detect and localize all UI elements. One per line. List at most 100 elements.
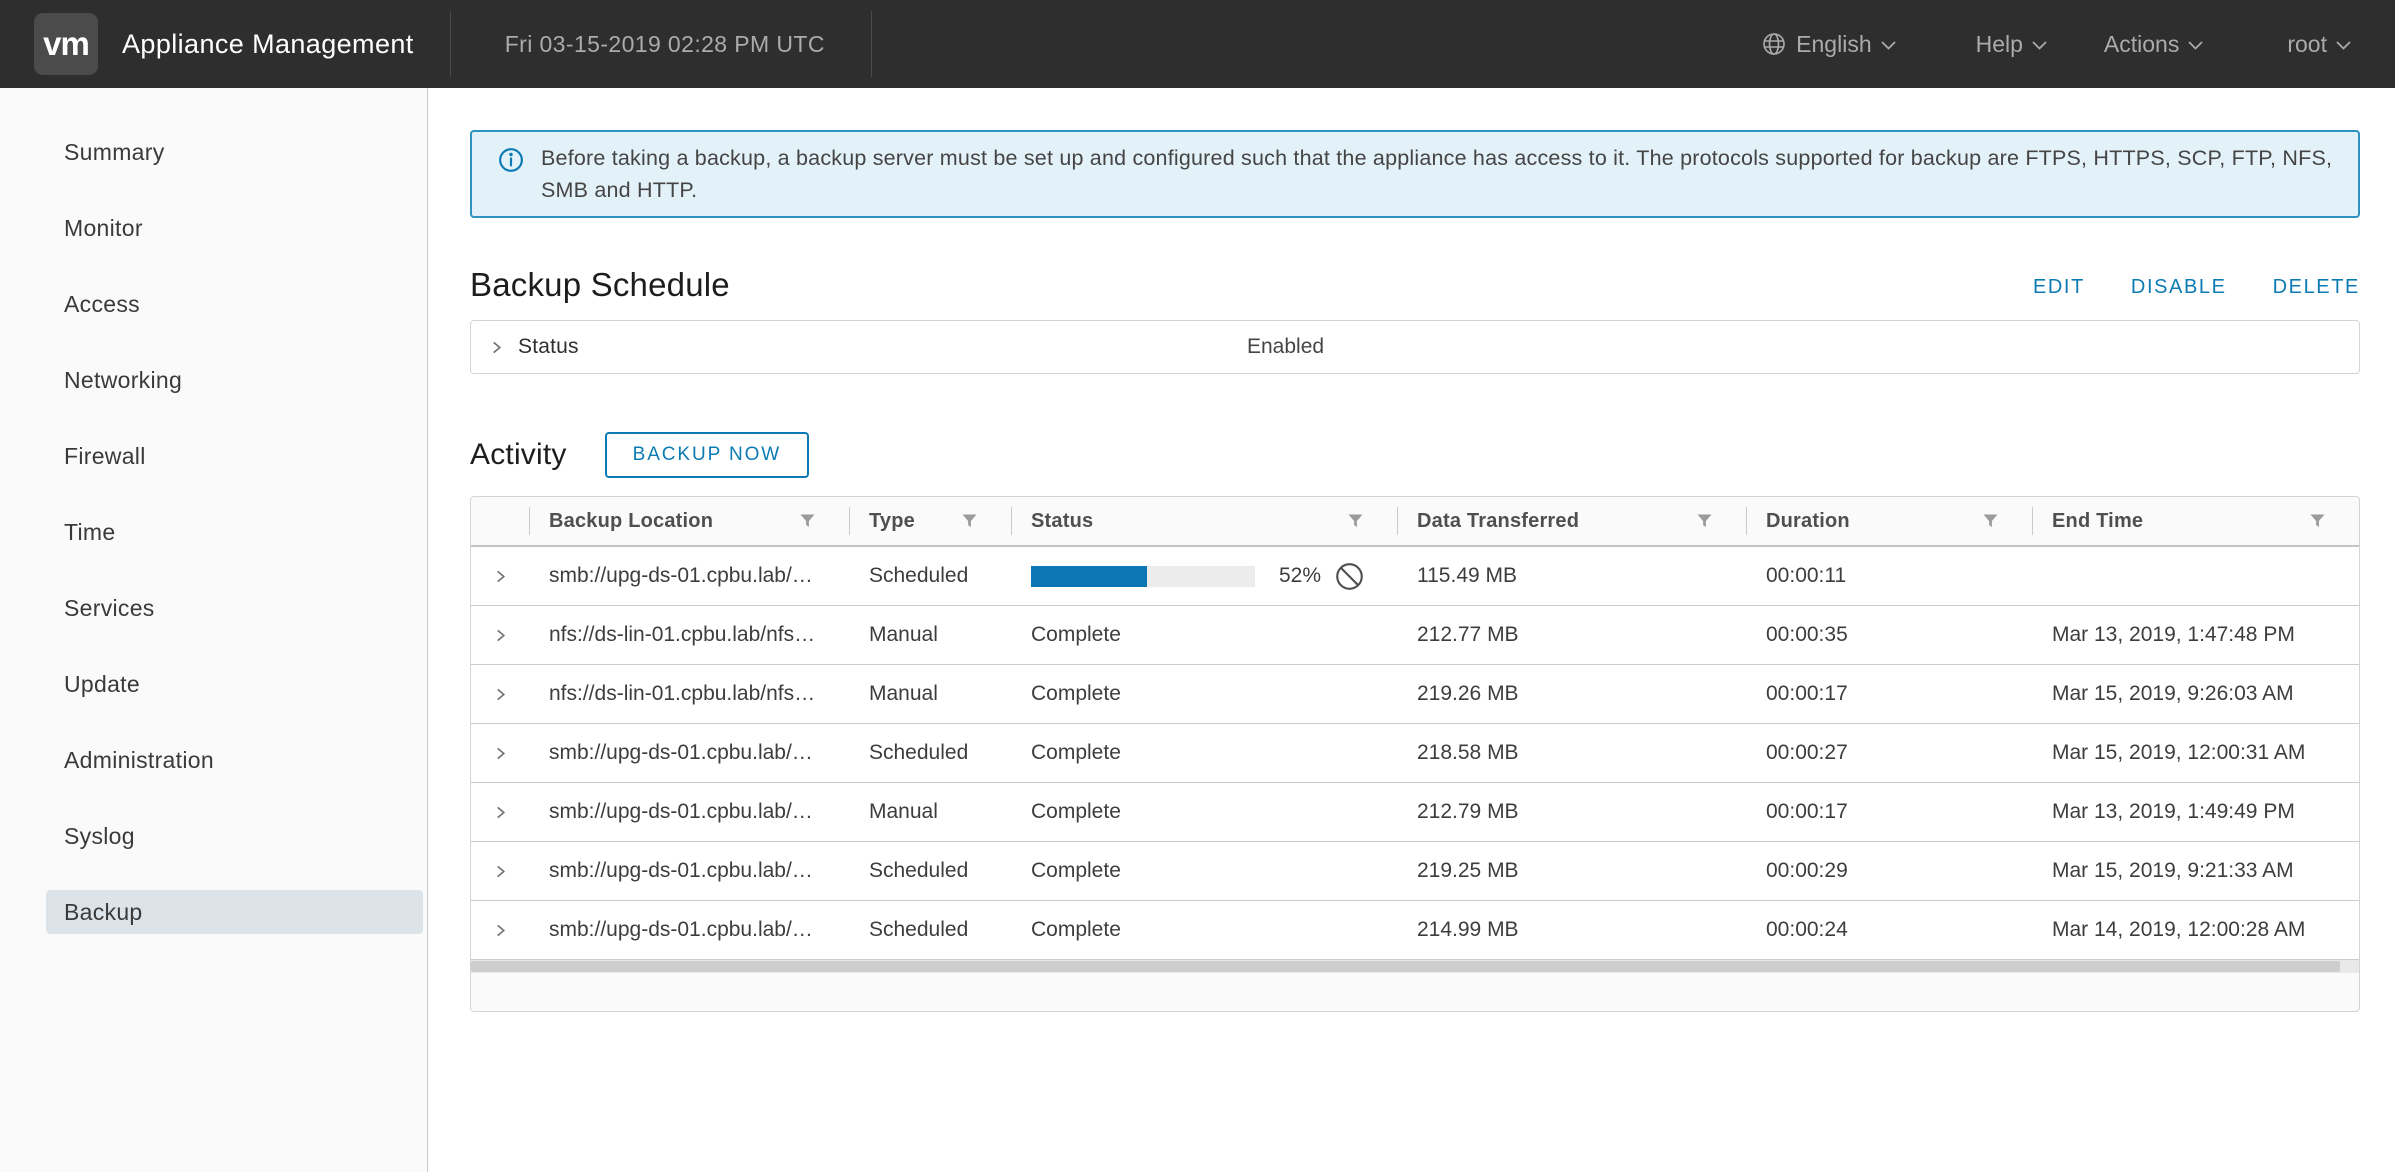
cell-duration: 00:00:17 bbox=[1766, 682, 1848, 705]
cell-duration: 00:00:35 bbox=[1766, 623, 1848, 646]
sidebar-item-access[interactable]: Access bbox=[46, 282, 423, 326]
cell-type: Manual bbox=[869, 682, 938, 705]
cell-end-time: Mar 14, 2019, 12:00:28 AM bbox=[2052, 918, 2306, 941]
cell-status: Complete bbox=[1031, 800, 1121, 823]
cell-status: Complete bbox=[1031, 859, 1121, 882]
expand-column-header bbox=[471, 497, 529, 545]
cell-end-time: Mar 15, 2019, 9:21:33 AM bbox=[2052, 859, 2294, 882]
cell-duration: 00:00:27 bbox=[1766, 741, 1848, 764]
expand-row-button[interactable] bbox=[471, 628, 529, 643]
expand-row-button[interactable] bbox=[471, 864, 529, 879]
sidebar-item-monitor[interactable]: Monitor bbox=[46, 206, 423, 250]
scrollbar-thumb[interactable] bbox=[471, 961, 2341, 972]
backup-now-button[interactable]: BACKUP NOW bbox=[604, 432, 810, 478]
actions-dropdown[interactable]: Actions bbox=[2104, 31, 2203, 58]
cell-backup-location: smb://upg-ds-01.cpbu.lab/… bbox=[549, 741, 813, 764]
filter-icon[interactable] bbox=[962, 514, 977, 528]
chevron-right-icon bbox=[497, 806, 506, 818]
column-header-label: End Time bbox=[2052, 509, 2144, 532]
schedule-actions: EDIT DISABLE DELETE bbox=[2033, 276, 2360, 304]
vmware-logo: vm bbox=[34, 13, 98, 75]
table-row: smb://upg-ds-01.cpbu.lab/… Scheduled Com… bbox=[471, 724, 2359, 783]
sidebar-item-label: Administration bbox=[64, 746, 214, 773]
filter-icon[interactable] bbox=[1348, 514, 1363, 528]
cell-status: Complete bbox=[1031, 623, 1121, 646]
language-dropdown[interactable]: English bbox=[1762, 30, 1896, 58]
sidebar-item-services[interactable]: Services bbox=[46, 586, 423, 630]
sidebar-item-backup[interactable]: Backup bbox=[46, 890, 423, 934]
expand-row-button[interactable] bbox=[471, 687, 529, 702]
info-banner: Before taking a backup, a backup server … bbox=[470, 130, 2360, 218]
status-label: Status bbox=[518, 335, 579, 358]
sidebar-item-label: Monitor bbox=[64, 214, 143, 241]
topbar-divider bbox=[449, 11, 451, 77]
schedule-status-row[interactable]: Status Enabled bbox=[470, 320, 2360, 374]
table-row: smb://upg-ds-01.cpbu.lab/… Scheduled Com… bbox=[471, 842, 2359, 901]
cell-duration: 00:00:24 bbox=[1766, 918, 1848, 941]
cell-data-transferred: 115.49 MB bbox=[1417, 564, 1518, 587]
chevron-right-icon[interactable] bbox=[489, 340, 504, 355]
sidebar-item-label: Firewall bbox=[64, 442, 146, 469]
main-content: Before taking a backup, a backup server … bbox=[429, 88, 2395, 1172]
progress-bar-fill bbox=[1031, 565, 1148, 587]
table-row: nfs://ds-lin-01.cpbu.lab/nfs… Manual Com… bbox=[471, 665, 2359, 724]
column-header-type: Type bbox=[849, 497, 1011, 545]
sidebar-item-label: Summary bbox=[64, 138, 165, 165]
filter-icon[interactable] bbox=[1983, 514, 1998, 528]
app-title: Appliance Management bbox=[122, 28, 414, 59]
cell-backup-location: smb://upg-ds-01.cpbu.lab/… bbox=[549, 859, 813, 882]
cell-type: Scheduled bbox=[869, 741, 969, 764]
sidebar-item-update[interactable]: Update bbox=[46, 662, 423, 706]
cell-end-time: Mar 13, 2019, 1:47:48 PM bbox=[2052, 623, 2295, 646]
sidebar-item-time[interactable]: Time bbox=[46, 510, 423, 554]
chevron-right-icon bbox=[497, 570, 506, 582]
chevron-right-icon bbox=[497, 865, 506, 877]
cell-type: Scheduled bbox=[869, 564, 969, 587]
disable-button[interactable]: DISABLE bbox=[2131, 276, 2227, 299]
chevron-down-icon bbox=[1880, 41, 1896, 50]
filter-icon[interactable] bbox=[2310, 514, 2325, 528]
expand-row-button[interactable] bbox=[471, 569, 529, 584]
sidebar-item-label: Update bbox=[64, 670, 140, 697]
sidebar-item-label: Syslog bbox=[64, 822, 135, 849]
sidebar-item-administration[interactable]: Administration bbox=[46, 738, 423, 782]
progress-bar-track bbox=[1031, 565, 1255, 587]
sidebar-item-label: Services bbox=[64, 594, 155, 621]
sidebar-item-syslog[interactable]: Syslog bbox=[46, 814, 423, 858]
column-header-label: Status bbox=[1031, 509, 1094, 532]
cell-status: Complete bbox=[1031, 918, 1121, 941]
sidebar-item-label: Backup bbox=[64, 898, 143, 925]
language-label: English bbox=[1796, 30, 1872, 57]
column-header-duration: Duration bbox=[1746, 497, 2032, 545]
filter-icon[interactable] bbox=[1697, 514, 1712, 528]
horizontal-scrollbar bbox=[471, 960, 2359, 973]
edit-button[interactable]: EDIT bbox=[2033, 276, 2085, 299]
info-icon bbox=[499, 148, 523, 172]
sidebar-item-networking[interactable]: Networking bbox=[46, 358, 423, 402]
chevron-right-icon bbox=[497, 629, 506, 641]
chevron-right-icon bbox=[497, 924, 506, 936]
sidebar-item-label: Access bbox=[64, 290, 140, 317]
cell-backup-location: smb://upg-ds-01.cpbu.lab/… bbox=[549, 800, 813, 823]
table-row: smb://upg-ds-01.cpbu.lab/… Scheduled Com… bbox=[471, 901, 2359, 960]
table-row: nfs://ds-lin-01.cpbu.lab/nfs… Manual Com… bbox=[471, 606, 2359, 665]
cell-end-time: Mar 15, 2019, 12:00:31 AM bbox=[2052, 741, 2306, 764]
sidebar-item-firewall[interactable]: Firewall bbox=[46, 434, 423, 478]
topbar-menu: English Help Actions root bbox=[1762, 31, 2351, 58]
sidebar-item-summary[interactable]: Summary bbox=[46, 130, 423, 174]
cell-end-time: Mar 15, 2019, 9:26:03 AM bbox=[2052, 682, 2294, 705]
column-header-backup-location: Backup Location bbox=[529, 497, 849, 545]
help-dropdown[interactable]: Help bbox=[1976, 31, 2047, 58]
user-dropdown[interactable]: root bbox=[2287, 31, 2351, 58]
expand-row-button[interactable] bbox=[471, 805, 529, 820]
expand-row-button[interactable] bbox=[471, 746, 529, 761]
cancel-backup-icon[interactable] bbox=[1335, 562, 1364, 591]
info-banner-text: Before taking a backup, a backup server … bbox=[541, 146, 2333, 202]
expand-row-button[interactable] bbox=[471, 923, 529, 938]
filter-icon[interactable] bbox=[800, 514, 815, 528]
status-value: Enabled bbox=[1247, 335, 1325, 358]
column-header-label: Duration bbox=[1766, 509, 1850, 532]
delete-button[interactable]: DELETE bbox=[2273, 276, 2360, 299]
cell-data-transferred: 219.25 MB bbox=[1417, 859, 1519, 882]
globe-icon bbox=[1763, 33, 1785, 55]
